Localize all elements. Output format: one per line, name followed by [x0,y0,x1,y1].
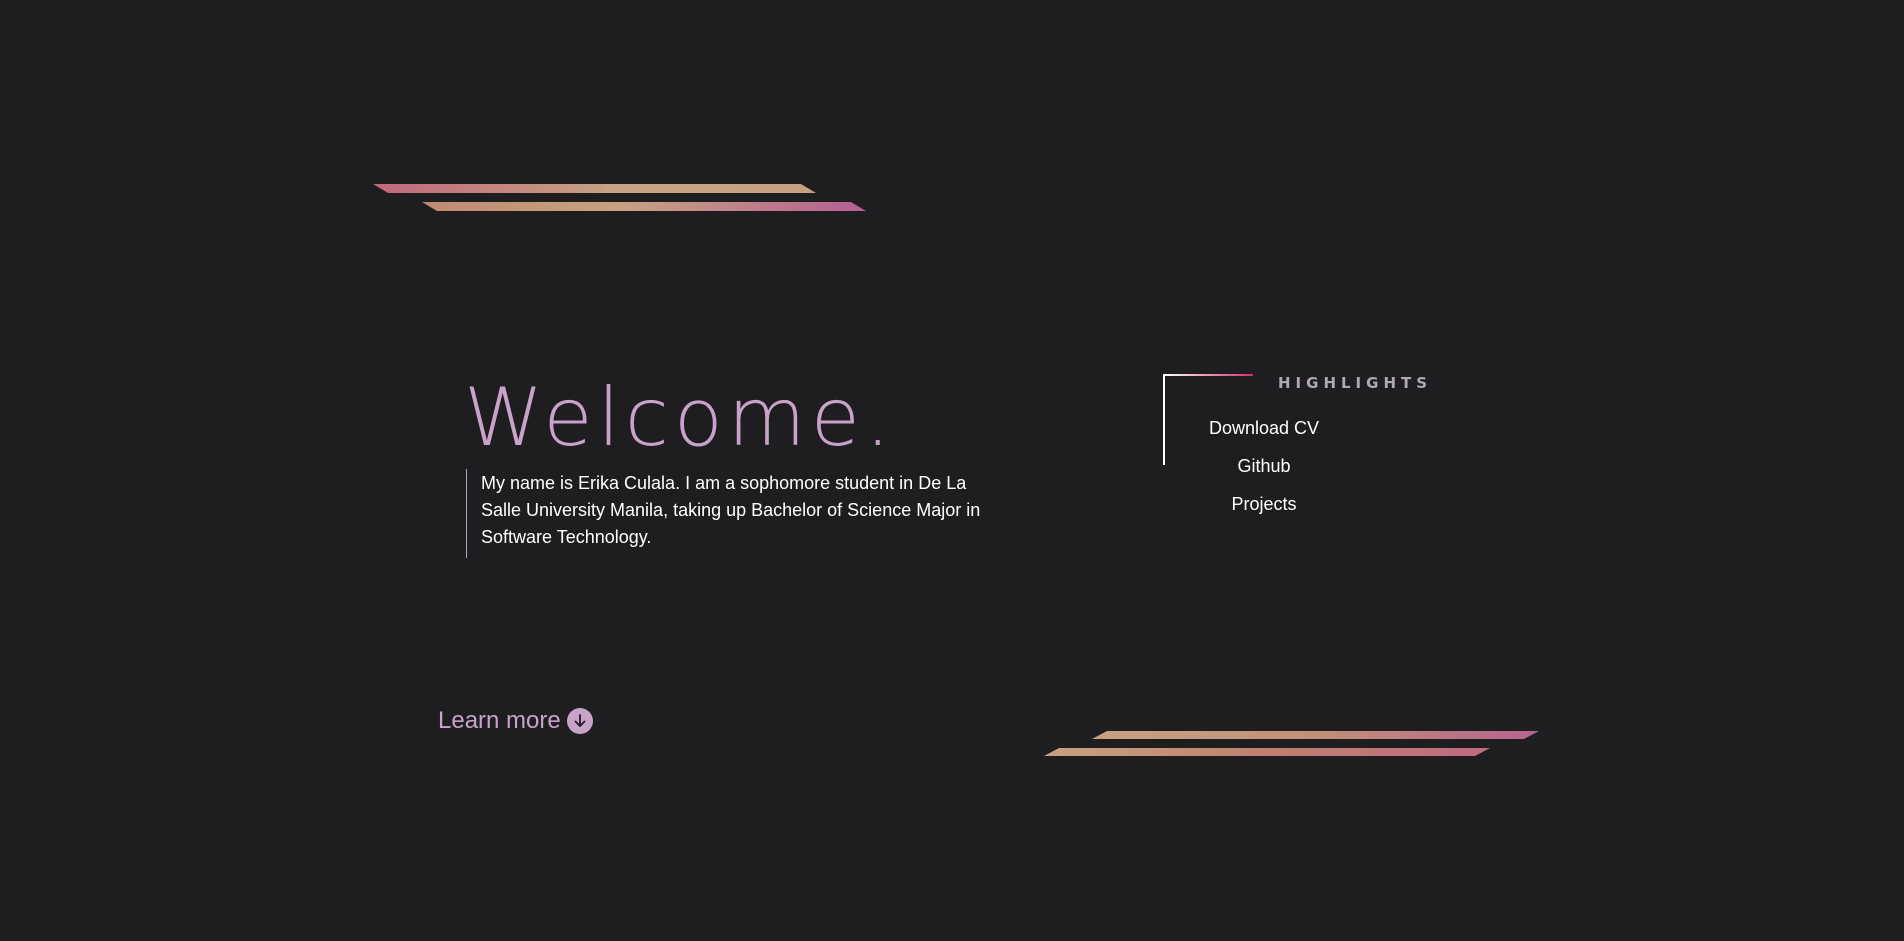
list-item: Download CV [1203,416,1325,454]
list-item: Github [1203,454,1325,492]
arrow-down-circle-icon[interactable] [566,708,593,734]
list-item: Projects [1203,492,1325,530]
highlights-title: HIGHLIGHTS [1278,374,1433,392]
learn-more-button[interactable]: Learn more [438,706,593,736]
bottom-stripe-2 [1044,748,1490,756]
arrow-down-glyph [574,714,586,727]
highlights-list: Download CV Github Projects [1203,416,1325,530]
top-stripe-2 [422,202,866,211]
projects-link[interactable]: Projects [1231,494,1296,514]
download-cv-link[interactable]: Download CV [1209,418,1319,438]
intro-text: My name is Erika Culala. I am a sophomor… [481,473,981,547]
intro-block: My name is Erika Culala. I am a sophomor… [466,469,986,558]
highlights-panel: HIGHLIGHTS Download CV Github Projects [1163,373,1427,523]
page-title: Welcome. [464,371,896,464]
portfolio-landing-page: Welcome. My name is Erika Culala. I am a… [0,0,1904,941]
bottom-stripe-1 [1092,731,1539,739]
learn-more-label: Learn more [438,707,561,734]
top-stripe-1 [373,184,816,193]
github-link[interactable]: Github [1237,456,1290,476]
